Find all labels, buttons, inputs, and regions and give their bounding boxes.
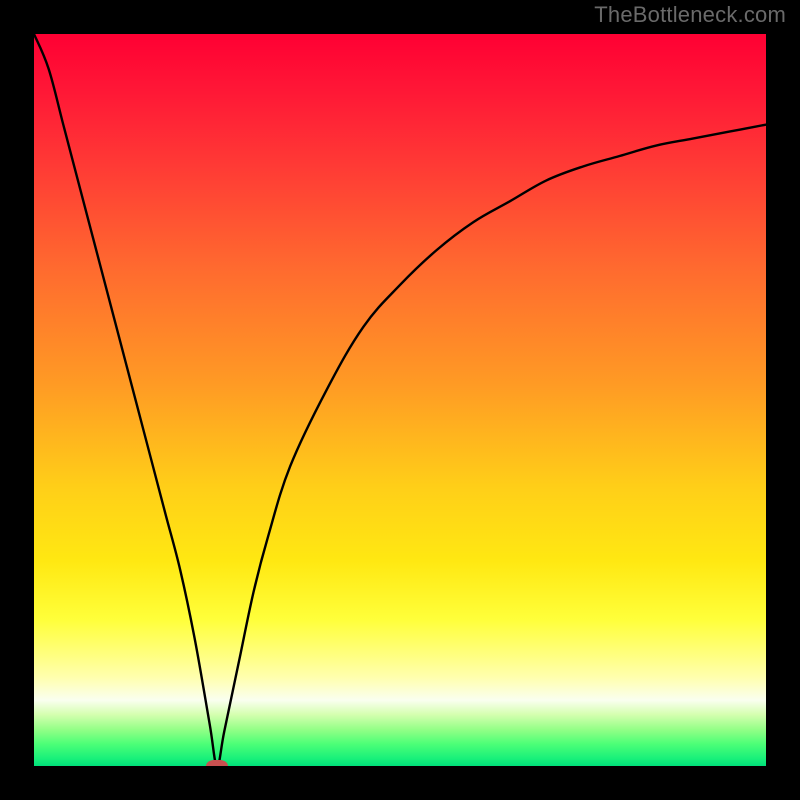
plot-area [34, 34, 766, 766]
bottleneck-curve [34, 34, 766, 766]
watermark-text: TheBottleneck.com [594, 2, 786, 28]
chart-frame: TheBottleneck.com [0, 0, 800, 800]
optimal-point-marker [206, 760, 228, 766]
